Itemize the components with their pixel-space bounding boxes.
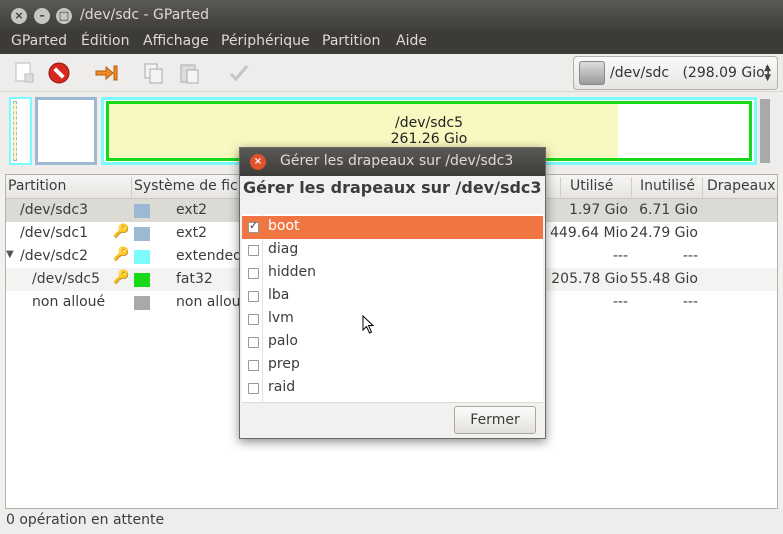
menu-gparted[interactable]: GParted <box>11 33 67 49</box>
dialog-title: Gérer les drapeaux sur /dev/sdc3 <box>280 153 514 169</box>
flag-item-raid[interactable]: raid <box>242 377 543 400</box>
manage-flags-dialog: × Gérer les drapeaux sur /dev/sdc3 Gérer… <box>239 147 546 439</box>
flag-checkbox[interactable] <box>248 291 259 302</box>
flag-checkbox[interactable] <box>248 268 259 279</box>
menu-affichage[interactable]: Affichage <box>143 33 209 49</box>
fs-color-swatch <box>134 273 150 287</box>
window-title: /dev/sdc - GParted <box>80 7 210 23</box>
title-bar: × – □ /dev/sdc - GParted <box>0 0 783 32</box>
status-bar: 0 opération en attente <box>0 509 783 534</box>
menu-partition[interactable]: Partition <box>322 33 380 49</box>
device-selector[interactable]: /dev/sdc (298.09 Gio) ▲ ▼ <box>573 56 778 90</box>
map-selected-size: 261.26 Gio <box>390 131 468 147</box>
menu-bar: GParted Édition Affichage Périphérique P… <box>0 32 783 54</box>
harddisk-icon <box>579 61 605 85</box>
mounted-key-icon: 🔑 <box>113 247 130 262</box>
col-unused[interactable]: Inutilisé <box>640 178 695 194</box>
window-minimize-icon[interactable]: – <box>34 8 50 24</box>
mounted-key-icon: 🔑 <box>113 224 130 239</box>
status-text: 0 opération en attente <box>6 512 165 528</box>
flag-item-palo[interactable]: palo <box>242 331 543 354</box>
map-block-unallocated[interactable] <box>760 99 770 163</box>
combo-arrows-icon: ▲ ▼ <box>764 63 771 83</box>
fermer-button[interactable]: Fermer <box>454 406 536 434</box>
flag-item-lba[interactable]: lba <box>242 285 543 308</box>
menu-edition[interactable]: Édition <box>81 33 129 49</box>
col-used[interactable]: Utilisé <box>570 178 613 194</box>
fs-color-swatch <box>134 296 150 310</box>
flag-checkbox[interactable] <box>248 219 259 233</box>
fs-color-swatch <box>134 250 150 264</box>
map-selected-name: /dev/sdc5 <box>394 115 463 131</box>
expander-icon[interactable]: ▼ <box>6 249 14 260</box>
mounted-key-icon: 🔑 <box>113 270 130 285</box>
flag-checkbox[interactable] <box>248 337 259 348</box>
flag-item-prep[interactable]: prep <box>242 354 543 377</box>
fs-color-swatch <box>134 204 150 218</box>
flag-item-hidden[interactable]: hidden <box>242 262 543 285</box>
window-close-icon[interactable]: × <box>11 8 27 24</box>
flag-item-diag[interactable]: diag <box>242 239 543 262</box>
dialog-title-bar: × Gérer les drapeaux sur /dev/sdc3 <box>240 148 545 176</box>
resize-move-icon[interactable] <box>93 60 119 86</box>
flag-checkbox[interactable] <box>248 314 259 325</box>
new-partition-icon[interactable] <box>11 60 37 86</box>
mouse-cursor-icon <box>362 315 375 334</box>
apply-icon[interactable] <box>226 60 252 86</box>
device-selector-label: /dev/sdc (298.09 Gio) <box>610 65 771 81</box>
map-block-sdc1[interactable] <box>35 97 97 165</box>
col-partition[interactable]: Partition <box>8 178 66 194</box>
copy-icon[interactable] <box>141 60 167 86</box>
paste-icon[interactable] <box>177 60 203 86</box>
window-maximize-icon[interactable]: □ <box>56 8 72 24</box>
dialog-heading: Gérer les drapeaux sur /dev/sdc3 <box>243 178 542 197</box>
menu-peripherique[interactable]: Périphérique <box>221 33 310 49</box>
flag-item-boot[interactable]: boot <box>242 216 543 239</box>
menu-aide[interactable]: Aide <box>396 33 427 49</box>
flag-checkbox[interactable] <box>248 245 259 256</box>
flag-list: boot diag hidden lba lvm palo prep raid <box>242 214 543 402</box>
flag-checkbox[interactable] <box>248 383 259 394</box>
delete-partition-icon[interactable] <box>46 60 72 86</box>
fs-color-swatch <box>134 227 150 241</box>
flag-checkbox[interactable] <box>248 360 259 371</box>
flag-item-lvm[interactable]: lvm <box>242 308 543 331</box>
map-block-sdc3[interactable] <box>9 97 32 165</box>
dialog-close-icon[interactable]: × <box>250 154 266 170</box>
col-flags[interactable]: Drapeaux <box>707 178 775 194</box>
